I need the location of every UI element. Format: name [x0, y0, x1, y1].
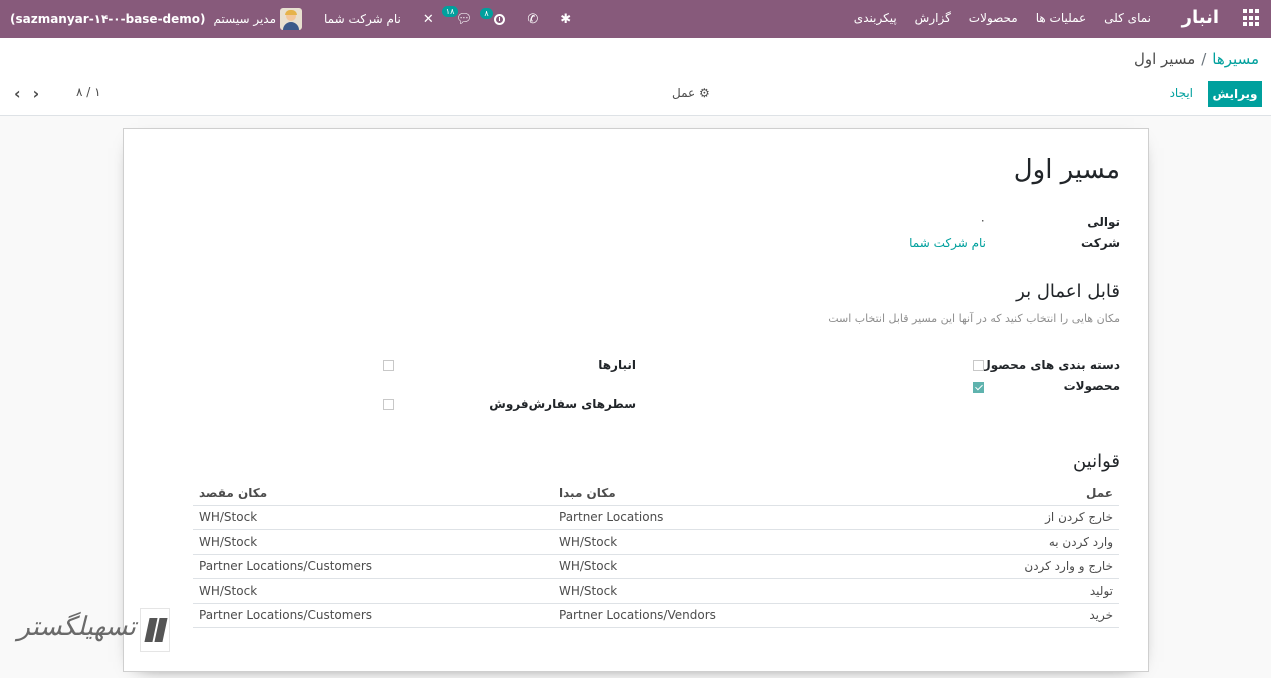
- warehouses-label: انبارها: [598, 358, 636, 372]
- table-row[interactable]: خارج کردن از Partner Locations WH/Stock: [193, 505, 1119, 530]
- activities-badge: ۸: [480, 7, 493, 19]
- top-navbar: انبار نمای کلی عملیات ها محصولات گزارش پ…: [0, 0, 1271, 38]
- create-button[interactable]: ایجاد: [1170, 86, 1193, 100]
- rule-action: خرید: [887, 603, 1119, 628]
- company-switcher[interactable]: نام شرکت شما: [324, 12, 401, 26]
- chevron-right-icon[interactable]: ›: [33, 84, 40, 103]
- rule-destination: Partner Locations/Customers: [193, 554, 553, 579]
- rules-table: عمل مکان مبدا مکان مقصد خارج کردن از Par…: [193, 481, 1119, 628]
- table-row[interactable]: خارج و وارد کردن WH/Stock Partner Locati…: [193, 554, 1119, 579]
- bug-icon[interactable]: ✱: [560, 12, 571, 27]
- debug-close-icon[interactable]: ✕: [423, 12, 434, 27]
- database-name: (sazmanyar-۱۴-۰-base-demo): [10, 12, 206, 26]
- rule-action: تولید: [887, 578, 1119, 604]
- chevron-left-icon[interactable]: ‹: [14, 84, 21, 103]
- chat-icon: 💬︎: [455, 11, 473, 27]
- pager-buttons: ‹ ›: [14, 84, 39, 103]
- applicable-title: قابل اعمال بر: [1016, 281, 1120, 302]
- activity-menu[interactable]: ۸: [480, 7, 506, 25]
- rule-destination: WH/Stock: [193, 505, 553, 530]
- header-source[interactable]: مکان مبدا: [553, 481, 887, 506]
- action-label: عمل: [672, 86, 696, 100]
- products-checkbox[interactable]: [973, 382, 984, 393]
- menu-item-operations[interactable]: عملیات ها: [1036, 11, 1086, 25]
- products-label: محصولات: [1063, 379, 1120, 393]
- header-destination[interactable]: مکان مقصد: [193, 481, 553, 506]
- rule-destination: WH/Stock: [193, 529, 553, 555]
- table-header-row: عمل مکان مبدا مکان مقصد: [193, 481, 1119, 506]
- control-panel: مسیرها / مسیر اول ویرایش ایجاد ⚙ عمل ۸ / ۱…: [0, 38, 1271, 116]
- breadcrumb-current: مسیر اول: [1133, 50, 1196, 68]
- edit-button[interactable]: ویرایش: [1208, 81, 1262, 107]
- rule-source: WH/Stock: [553, 578, 887, 604]
- menu-item-overview[interactable]: نمای کلی: [1104, 11, 1151, 25]
- watermark-logo: ﺗﺴﻬﯿﻠﮕﺴﺘﺮ: [17, 608, 170, 654]
- rule-source: WH/Stock: [553, 554, 887, 579]
- rule-action: وارد کردن به: [887, 529, 1119, 555]
- form-sheet: مسیر اول توالی ۰ شرکت نام شرکت شما قابل …: [123, 128, 1149, 672]
- breadcrumb-separator: /: [1201, 50, 1207, 68]
- table-row[interactable]: تولید WH/Stock WH/Stock: [193, 578, 1119, 604]
- rule-source: Partner Locations/Vendors: [553, 603, 887, 628]
- product-categories-checkbox[interactable]: [973, 360, 984, 371]
- sales-lines-label: سطرهای سفارش‌فروش: [489, 397, 636, 411]
- pager-value[interactable]: ۸ / ۱: [76, 85, 101, 99]
- action-dropdown[interactable]: ⚙ عمل: [672, 86, 710, 100]
- header-action[interactable]: عمل: [887, 481, 1119, 506]
- apps-menu-icon[interactable]: [1241, 9, 1259, 27]
- gear-icon: ⚙: [699, 86, 710, 100]
- sequence-label: توالی: [1087, 215, 1120, 229]
- systray: (sazmanyar-۱۴-۰-base-demo) مدیر سیستم نا…: [10, 0, 593, 38]
- user-menu[interactable]: مدیر سیستم: [214, 8, 303, 30]
- rule-action: خارج کردن از: [887, 505, 1119, 530]
- logo-script: ﺗﺴﻬﯿﻠﮕﺴﺘﺮ: [17, 612, 136, 642]
- applicable-hint: مکان هایی را انتخاب کنید که در آنها این …: [828, 312, 1120, 325]
- product-categories-label: دسته بندی های محصول: [980, 358, 1120, 372]
- warehouses-checkbox[interactable]: [383, 360, 394, 371]
- user-name: مدیر سیستم: [213, 12, 277, 26]
- rule-action: خارج و وارد کردن: [887, 554, 1119, 579]
- table-row[interactable]: خرید Partner Locations/Vendors Partner L…: [193, 603, 1119, 628]
- phone-icon[interactable]: ✆: [527, 12, 538, 27]
- menu-item-products[interactable]: محصولات: [969, 11, 1018, 25]
- menu-item-configuration[interactable]: پیکربندی: [854, 11, 897, 25]
- messaging-menu[interactable]: 💬︎ ۱۸: [441, 5, 473, 27]
- sales-lines-checkbox[interactable]: [383, 399, 394, 410]
- table-row[interactable]: وارد کردن به WH/Stock WH/Stock: [193, 529, 1119, 555]
- company-value-link[interactable]: نام شرکت شما: [909, 236, 986, 250]
- main-menu: نمای کلی عملیات ها محصولات گزارش پیکربند…: [854, 11, 1151, 25]
- breadcrumb: مسیرها / مسیر اول: [1134, 50, 1259, 68]
- rule-source: WH/Stock: [553, 529, 887, 555]
- rule-destination: WH/Stock: [193, 578, 553, 604]
- sequence-value: ۰: [979, 213, 986, 227]
- breadcrumb-routes-link[interactable]: مسیرها: [1212, 50, 1259, 68]
- app-brand[interactable]: انبار: [1182, 7, 1219, 28]
- company-label: شرکت: [1081, 236, 1120, 250]
- avatar: [280, 8, 303, 30]
- clock-icon: [494, 13, 506, 25]
- route-name: مسیر اول: [1013, 155, 1120, 185]
- rule-destination: Partner Locations/Customers: [193, 603, 553, 628]
- messages-badge: ۱۸: [441, 5, 459, 17]
- rule-source: Partner Locations: [553, 505, 887, 530]
- logo-mark: [140, 608, 170, 652]
- menu-item-reporting[interactable]: گزارش: [915, 11, 951, 25]
- rules-title: قوانین: [1072, 451, 1120, 472]
